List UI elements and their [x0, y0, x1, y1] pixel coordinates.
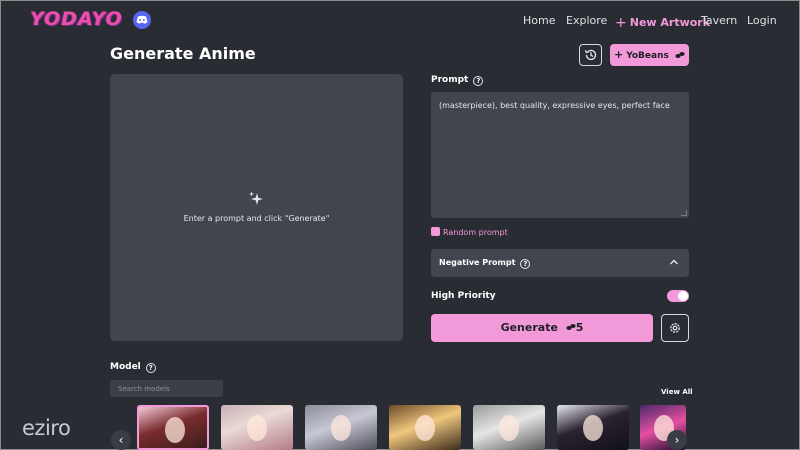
generate-cost: 5: [575, 321, 584, 334]
discord-icon[interactable]: [133, 11, 151, 29]
prompt-text: (masterpiece), best quality, expressive …: [439, 101, 670, 110]
high-priority-toggle[interactable]: [667, 290, 689, 302]
plus-icon: +: [615, 15, 627, 31]
toggle-knob: [678, 291, 688, 301]
prompt-label: Prompt?: [431, 75, 484, 86]
model-thumbnail[interactable]: [221, 405, 293, 450]
yobeans-button[interactable]: + YoBeans: [610, 44, 689, 66]
random-prompt-link[interactable]: Random prompt: [431, 226, 508, 237]
resize-handle[interactable]: [681, 210, 687, 216]
gear-icon: [670, 323, 680, 333]
top-nav: YODAYO Home Explore + New Artwork Tavern …: [0, 0, 800, 40]
sparkle-icon: [249, 191, 263, 205]
model-thumbnail[interactable]: [137, 405, 209, 450]
bean-icon: [675, 52, 685, 58]
help-icon[interactable]: ?: [520, 259, 531, 269]
carousel-prev-button[interactable]: ‹: [111, 430, 131, 450]
watermark: eziro: [22, 416, 71, 440]
model-image: [583, 415, 603, 441]
model-label-text: Model: [110, 362, 141, 372]
logo[interactable]: YODAYO: [30, 8, 123, 30]
model-image: [331, 415, 351, 441]
carousel-next-button[interactable]: ›: [667, 430, 687, 450]
settings-button[interactable]: [661, 314, 689, 342]
bean-icon: [566, 324, 576, 330]
model-thumbnail[interactable]: [473, 405, 545, 450]
view-all-link[interactable]: View All: [661, 388, 693, 396]
random-prompt-label: Random prompt: [443, 228, 508, 237]
help-icon[interactable]: ?: [473, 76, 484, 86]
chevron-up-icon: [670, 259, 678, 265]
negative-prompt-label: Negative Prompt?: [439, 258, 531, 269]
generate-label: Generate: [500, 321, 558, 334]
negative-prompt-toggle[interactable]: Negative Prompt?: [431, 249, 689, 277]
negative-prompt-label-text: Negative Prompt: [439, 258, 516, 267]
prompt-label-text: Prompt: [431, 75, 469, 85]
nav-explore-link[interactable]: Explore: [566, 14, 607, 27]
model-thumbnail[interactable]: [305, 405, 377, 450]
nav-login-link[interactable]: Login: [747, 14, 777, 27]
page-title: Generate Anime: [110, 44, 256, 63]
prompt-input[interactable]: (masterpiece), best quality, expressive …: [431, 92, 689, 218]
high-priority-label: High Priority: [431, 291, 496, 301]
nav-new-artwork-label: New Artwork: [629, 16, 711, 29]
chevron-right-icon: ›: [674, 433, 680, 447]
model-image: [165, 417, 185, 443]
nav-new-artwork-link[interactable]: + New Artwork: [615, 14, 711, 31]
model-image: [415, 415, 435, 441]
help-icon[interactable]: ?: [145, 363, 156, 373]
search-models-input[interactable]: [110, 380, 223, 397]
model-image: [499, 415, 519, 441]
yobeans-label: YoBeans: [626, 51, 669, 61]
model-image: [247, 415, 267, 441]
history-icon: [584, 49, 597, 61]
model-thumbnail[interactable]: [557, 405, 629, 450]
plus-icon: +: [613, 48, 624, 61]
model-thumbnail[interactable]: [389, 405, 461, 450]
generate-button[interactable]: Generate 5: [431, 314, 653, 342]
nav-home-link[interactable]: Home: [523, 14, 555, 27]
nav-tavern-link[interactable]: Tavern: [701, 14, 737, 27]
image-preview-area: Enter a prompt and click "Generate": [110, 74, 403, 341]
dice-icon: [431, 227, 440, 236]
preview-hint: Enter a prompt and click "Generate": [183, 214, 330, 223]
history-button[interactable]: [579, 44, 602, 66]
chevron-left-icon: ‹: [118, 433, 124, 447]
model-label: Model?: [110, 362, 156, 373]
